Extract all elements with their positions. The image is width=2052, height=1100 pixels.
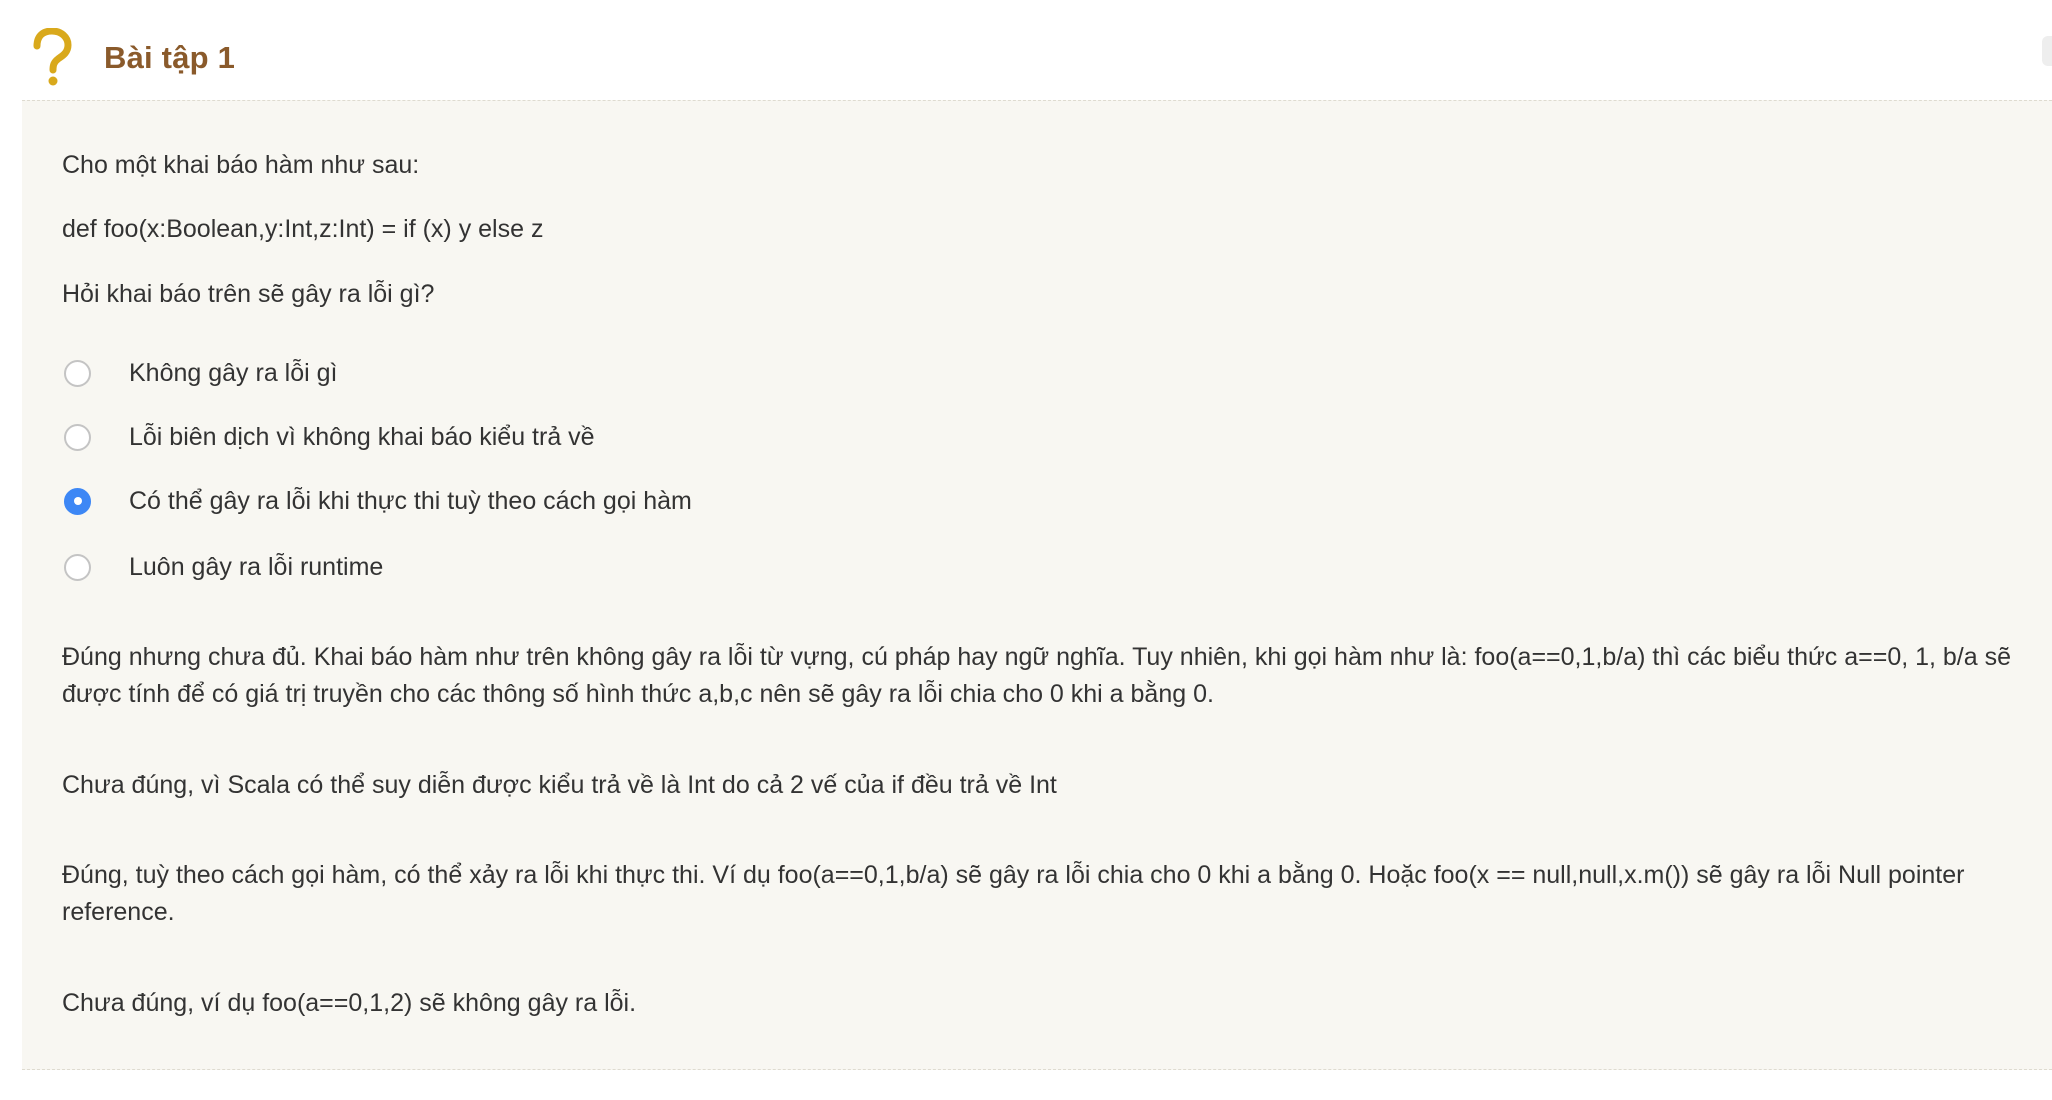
answer-option-4[interactable]: Luôn gây ra lỗi runtime: [62, 547, 383, 587]
feedback-option-4: Chưa đúng, ví dụ foo(a==0,1,2) sẽ không …: [62, 989, 637, 1017]
radio-button[interactable]: [64, 359, 91, 387]
radio-button-selected[interactable]: [64, 487, 91, 515]
edge-tab: [2042, 36, 2052, 66]
feedback-option-1: Đúng nhưng chưa đủ. Khai báo hàm như trê…: [62, 643, 2012, 708]
question-code: def foo(x:Boolean,y:Int,z:Int) = if (x) …: [62, 215, 544, 243]
question-intro: Cho một khai báo hàm như sau:: [62, 151, 420, 179]
option-label: Luôn gây ra lỗi runtime: [129, 552, 384, 581]
question-mark-icon: [22, 26, 82, 90]
question-panel: Cho một khai báo hàm như sau: def foo(x:…: [22, 100, 2052, 1070]
page-title: Bài tập 1: [104, 40, 236, 75]
quiz-page: Bài tập 1 Cho một khai báo hàm như sau: …: [0, 0, 2052, 1100]
answer-option-1[interactable]: Không gây ra lỗi gì: [62, 353, 337, 393]
question-prompt: Hỏi khai báo trên sẽ gây ra lỗi gì?: [62, 280, 435, 308]
option-label: Không gây ra lỗi gì: [129, 358, 338, 387]
option-label: Có thể gây ra lỗi khi thực thi tuỳ theo …: [129, 486, 692, 515]
answer-option-3[interactable]: Có thể gây ra lỗi khi thực thi tuỳ theo …: [62, 481, 692, 521]
answer-option-2[interactable]: Lỗi biên dịch vì không khai báo kiểu trả…: [62, 417, 595, 457]
option-label: Lỗi biên dịch vì không khai báo kiểu trả…: [129, 422, 595, 451]
feedback-option-2: Chưa đúng, vì Scala có thể suy diễn được…: [62, 771, 1057, 799]
feedback-option-3: Đúng, tuỳ theo cách gọi hàm, có thể xảy …: [62, 861, 1965, 926]
question-header: Bài tập 1: [22, 22, 235, 94]
radio-button[interactable]: [64, 553, 91, 581]
radio-button[interactable]: [64, 423, 91, 451]
